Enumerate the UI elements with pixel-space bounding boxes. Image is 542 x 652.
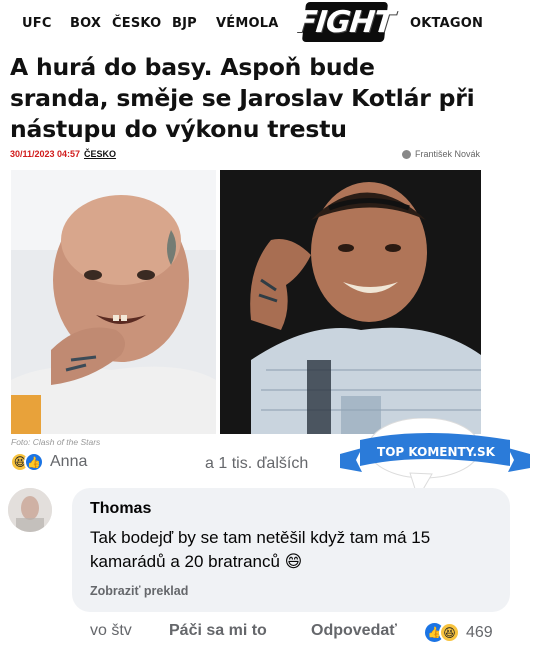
reactions-summary[interactable]: 😆 👍 Anna (10, 452, 87, 472)
nav-item-box[interactable]: BOX (70, 16, 101, 31)
reply-button[interactable]: Odpovedať (311, 622, 397, 640)
blurred-avatar-icon (8, 488, 52, 532)
nav-item-bjp[interactable]: BJP (172, 16, 197, 31)
author-icon (401, 149, 411, 159)
nav-item-cesko[interactable]: ČESKO (112, 16, 161, 31)
photo-illustration (11, 170, 481, 434)
top-navigation: UFC BOX ČESKO BJP VÉMOLA FIGHT OKTAGON (0, 0, 542, 46)
comment-bubble: Thomas Tak bodejď by se tam netěšil když… (72, 488, 510, 612)
reaction-icons: 😆 👍 (10, 452, 44, 472)
badge-text: TOP KOMENTY.SK (377, 445, 496, 459)
commenter-avatar[interactable] (8, 488, 52, 532)
comment-reaction-icons: 👍 😆 (425, 622, 460, 643)
article-author: František Novák (401, 149, 480, 159)
translate-link[interactable]: Zobraziť preklad (90, 584, 188, 598)
like-reaction-icon: 👍 (24, 452, 44, 472)
photo-credit: Foto: Clash of the Stars (11, 437, 101, 447)
comment-author[interactable]: Thomas (90, 500, 151, 518)
comment-text: Tak bodejď by se tam netěšil když tam má… (90, 528, 431, 571)
fight-logo[interactable]: FIGHT (295, 2, 395, 42)
like-button[interactable]: Páči sa mi to (169, 622, 267, 640)
reaction-user-name: Anna (50, 453, 88, 470)
nav-item-oktagon[interactable]: OKTAGON (410, 16, 483, 31)
article-headline[interactable]: A hurá do basy. Aspoň bude sranda, směje… (10, 52, 480, 145)
article-category-link[interactable]: ČESKO (84, 149, 116, 159)
haha-reaction-icon: 😆 (439, 622, 460, 643)
author-name: František Novák (414, 149, 480, 159)
logo-text: FIGHT (295, 2, 395, 42)
reaction-more-count[interactable]: a 1 tis. ďalších (205, 455, 308, 473)
reaction-count: 469 (466, 623, 493, 641)
nav-item-vemola[interactable]: VÉMOLA (216, 16, 278, 31)
article-photo[interactable] (11, 170, 481, 434)
comment-time[interactable]: vo štv (90, 622, 132, 640)
nav-item-ufc[interactable]: UFC (22, 16, 52, 31)
comment-actions: vo štv Páči sa mi to Odpovedať 👍 😆 469 (0, 622, 542, 644)
comment-reactions[interactable]: 👍 😆 469 (425, 622, 493, 643)
article-date: 30/11/2023 04:57 (10, 149, 81, 159)
